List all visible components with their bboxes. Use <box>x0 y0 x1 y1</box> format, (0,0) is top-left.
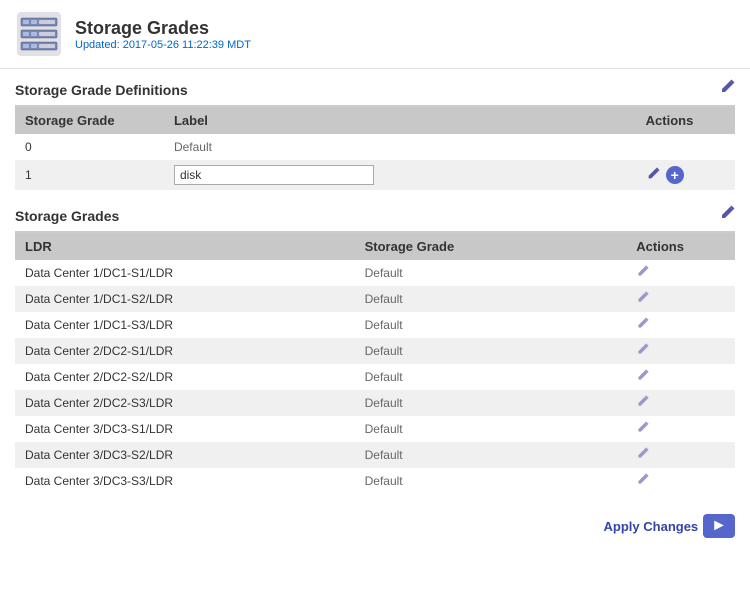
def-grade-cell: 0 <box>15 134 164 160</box>
definitions-table: Storage Grade Label Actions 0Default1+ <box>15 107 735 190</box>
apply-changes-button[interactable]: Apply Changes ► <box>604 514 735 538</box>
add-grade-icon[interactable]: + <box>666 166 684 184</box>
grades-table-header-row: LDR Storage Grade Actions <box>15 233 735 260</box>
grades-table-row: Data Center 3/DC3-S1/LDRDefault <box>15 416 735 442</box>
pencil-edit-icon[interactable] <box>646 167 660 184</box>
footer: Apply Changes ► <box>0 504 750 548</box>
definitions-section-title: Storage Grade Definitions <box>15 82 188 98</box>
updated-timestamp: Updated: 2017-05-26 11:22:39 MDT <box>75 39 251 51</box>
grade-value-cell: Default <box>355 312 627 338</box>
def-col-actions: Actions <box>636 107 735 134</box>
grade-ldr-cell: Data Center 3/DC3-S3/LDR <box>15 468 355 494</box>
grade-edit-icon[interactable] <box>636 395 649 411</box>
grade-value-cell: Default <box>355 442 627 468</box>
grades-section-title: Storage Grades <box>15 208 119 224</box>
grades-table-row: Data Center 2/DC2-S1/LDRDefault <box>15 338 735 364</box>
grade-value-cell: Default <box>355 364 627 390</box>
grade-edit-icon[interactable] <box>636 447 649 463</box>
grades-col-grade: Storage Grade <box>355 233 627 260</box>
grade-ldr-cell: Data Center 1/DC1-S3/LDR <box>15 312 355 338</box>
grades-edit-icon[interactable] <box>719 205 735 226</box>
definitions-table-header-row: Storage Grade Label Actions <box>15 107 735 134</box>
grade-value-cell: Default <box>355 468 627 494</box>
grade-edit-icon[interactable] <box>636 343 649 359</box>
def-col-label: Label <box>164 107 636 134</box>
grade-value-cell: Default <box>355 286 627 312</box>
grades-col-actions: Actions <box>626 233 735 260</box>
grade-actions-cell <box>626 338 735 364</box>
grade-ldr-cell: Data Center 3/DC3-S2/LDR <box>15 442 355 468</box>
page-icon <box>15 10 63 58</box>
grade-value-cell: Default <box>355 338 627 364</box>
grade-ldr-cell: Data Center 2/DC2-S3/LDR <box>15 390 355 416</box>
def-col-grade: Storage Grade <box>15 107 164 134</box>
grade-ldr-cell: Data Center 2/DC2-S2/LDR <box>15 364 355 390</box>
grades-table-row: Data Center 1/DC1-S3/LDRDefault <box>15 312 735 338</box>
grades-table-row: Data Center 3/DC3-S2/LDRDefault <box>15 442 735 468</box>
grade-actions-cell <box>626 468 735 494</box>
grade-ldr-cell: Data Center 3/DC3-S1/LDR <box>15 416 355 442</box>
def-table-row: 0Default <box>15 134 735 160</box>
grades-table-row: Data Center 2/DC2-S2/LDRDefault <box>15 364 735 390</box>
grade-ldr-cell: Data Center 2/DC2-S1/LDR <box>15 338 355 364</box>
grade-actions-cell <box>626 312 735 338</box>
definitions-section-header: Storage Grade Definitions <box>15 79 735 107</box>
definitions-section: Storage Grade Definitions Storage Grade … <box>0 69 750 195</box>
grades-col-ldr: LDR <box>15 233 355 260</box>
grade-value-cell: Default <box>355 390 627 416</box>
apply-changes-label: Apply Changes <box>604 519 699 534</box>
grade-ldr-cell: Data Center 1/DC1-S1/LDR <box>15 260 355 286</box>
grades-section-header: Storage Grades <box>15 205 735 233</box>
page-title: Storage Grades <box>75 18 251 39</box>
grades-table-row: Data Center 3/DC3-S3/LDRDefault <box>15 468 735 494</box>
grade-edit-icon[interactable] <box>636 473 649 489</box>
grade-edit-icon[interactable] <box>636 421 649 437</box>
def-actions-cell: + <box>636 160 735 190</box>
def-label-cell <box>164 160 636 190</box>
grade-actions-cell <box>626 260 735 286</box>
grade-actions-cell <box>626 364 735 390</box>
def-table-row: 1+ <box>15 160 735 190</box>
def-label-cell: Default <box>164 134 636 160</box>
def-actions-cell <box>636 134 735 160</box>
grades-table-row: Data Center 1/DC1-S1/LDRDefault <box>15 260 735 286</box>
grade-edit-icon[interactable] <box>636 291 649 307</box>
grade-actions-cell <box>626 286 735 312</box>
definitions-edit-icon[interactable] <box>719 79 735 100</box>
grade-value-cell: Default <box>355 260 627 286</box>
grade-value-cell: Default <box>355 416 627 442</box>
grade-actions-cell <box>626 390 735 416</box>
def-grade-cell: 1 <box>15 160 164 190</box>
grade-edit-icon[interactable] <box>636 317 649 333</box>
grades-section: Storage Grades LDR Storage Grade Actions… <box>0 195 750 499</box>
grade-edit-icon[interactable] <box>636 369 649 385</box>
grades-table-row: Data Center 2/DC2-S3/LDRDefault <box>15 390 735 416</box>
page-header: Storage Grades Updated: 2017-05-26 11:22… <box>0 0 750 69</box>
grade-actions-cell <box>626 416 735 442</box>
grades-table-row: Data Center 1/DC1-S2/LDRDefault <box>15 286 735 312</box>
apply-arrow-icon: ► <box>703 514 735 538</box>
header-text: Storage Grades Updated: 2017-05-26 11:22… <box>75 18 251 51</box>
grades-table: LDR Storage Grade Actions Data Center 1/… <box>15 233 735 494</box>
def-label-input[interactable] <box>174 165 374 185</box>
grade-actions-cell <box>626 442 735 468</box>
grade-ldr-cell: Data Center 1/DC1-S2/LDR <box>15 286 355 312</box>
grade-edit-icon[interactable] <box>636 265 649 281</box>
